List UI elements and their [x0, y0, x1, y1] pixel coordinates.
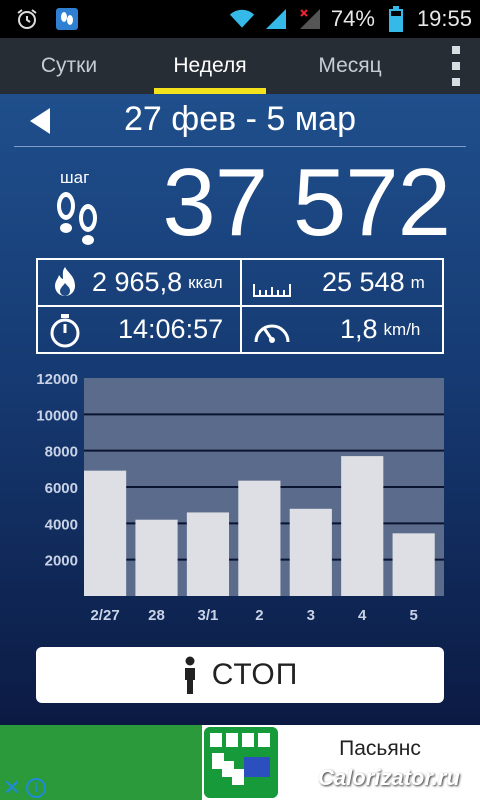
- divider: [14, 146, 466, 147]
- x-tick-label: 5: [409, 607, 417, 624]
- distance-cell: 25 548 m: [252, 260, 425, 305]
- speed-unit: km/h: [383, 319, 421, 339]
- tab-bar: Сутки Неделя Месяц: [0, 38, 480, 94]
- period-label: 27 фев - 5 мар: [124, 100, 356, 138]
- y-tick-label: 8000: [45, 444, 78, 461]
- calories-unit: ккал: [188, 272, 223, 292]
- status-bar: 74% 19:55: [0, 0, 480, 38]
- y-tick-label: 12000: [36, 371, 78, 388]
- x-tick-label: 2: [255, 607, 263, 624]
- calories-value: 2 965,8: [92, 267, 183, 297]
- main-panel: 27 фев - 5 мар шаг 37 572 2 965,8 ккал 2: [0, 94, 480, 725]
- x-tick-label: 28: [148, 607, 165, 624]
- flame-icon: [55, 266, 75, 296]
- watermark: Calorizator.ru: [318, 765, 460, 790]
- y-tick-label: 10000: [36, 407, 78, 424]
- y-tick-label: 2000: [45, 553, 78, 570]
- x-tick-label: 3: [307, 607, 315, 624]
- chart-bar: [186, 512, 230, 596]
- signal-icon: [263, 6, 289, 32]
- speed-cell: 1,8 km/h: [252, 307, 420, 352]
- chart-bar: [135, 519, 178, 596]
- steps-unit-label: шаг: [60, 168, 90, 187]
- no-signal-icon: [297, 6, 323, 32]
- clock-time: 19:55: [416, 6, 472, 31]
- person-standing-icon: [184, 656, 195, 694]
- chart-bar: [238, 480, 281, 596]
- overflow-menu-icon[interactable]: [450, 46, 462, 86]
- tab-day[interactable]: Сутки: [0, 38, 138, 94]
- x-tick-label: 3/1: [198, 607, 219, 624]
- speedometer-icon: [254, 324, 290, 343]
- stop-button[interactable]: СТОП: [36, 647, 444, 703]
- ad-info-icon[interactable]: i: [26, 778, 46, 798]
- period-selector: 27 фев - 5 мар: [0, 94, 480, 148]
- chart-bar: [341, 456, 384, 596]
- footprints-icon: [57, 192, 97, 245]
- distance-value: 25 548: [322, 267, 405, 297]
- x-tick-label: 2/27: [90, 607, 119, 624]
- steps-count: 37 572: [162, 149, 451, 256]
- distance-unit: m: [410, 272, 425, 292]
- duration-value: 14:06:57: [118, 314, 224, 344]
- ruler-icon: [253, 283, 291, 297]
- chart-bar: [84, 470, 127, 596]
- ad-banner[interactable]: ✕ i Пасьянс Calorizator.ru: [0, 725, 480, 800]
- solitaire-app-icon: [204, 727, 278, 798]
- ad-title: Пасьянс: [339, 737, 421, 760]
- x-tick-label: 4: [358, 607, 367, 624]
- chart-svg: 12000 10000 8000 6000 4000 2000 2/27 28 3/1 2 3 4 5: [36, 371, 444, 624]
- chart-bar: [289, 508, 332, 596]
- y-tick-label: 4000: [45, 516, 78, 533]
- y-tick-label: 6000: [45, 480, 78, 497]
- battery-icon: [383, 6, 409, 32]
- calories-cell: 2 965,8 ккал: [48, 260, 223, 305]
- previous-period-arrow-icon[interactable]: [30, 108, 50, 134]
- wifi-icon: [229, 6, 255, 32]
- alarm-clock-icon: [14, 6, 40, 32]
- stop-button-label: СТОП: [211, 658, 299, 691]
- duration-cell: 14:06:57: [48, 307, 223, 352]
- tab-month[interactable]: Месяц: [282, 38, 418, 94]
- weekly-steps-chart: 12000 10000 8000 6000 4000 2000 2/27 28 3/1 2 3 4 5: [0, 364, 480, 634]
- tab-week[interactable]: Неделя: [138, 38, 282, 94]
- ad-close-icon[interactable]: ✕: [2, 777, 22, 799]
- battery-percent: 74%: [330, 6, 375, 31]
- pedometer-icon: [54, 6, 80, 32]
- stats-grid: 2 965,8 ккал 25 548 m 14:06:57 1,8 km/h: [36, 258, 444, 354]
- stopwatch-icon: [50, 313, 80, 347]
- chart-bar: [392, 533, 435, 596]
- speed-value: 1,8: [340, 314, 378, 344]
